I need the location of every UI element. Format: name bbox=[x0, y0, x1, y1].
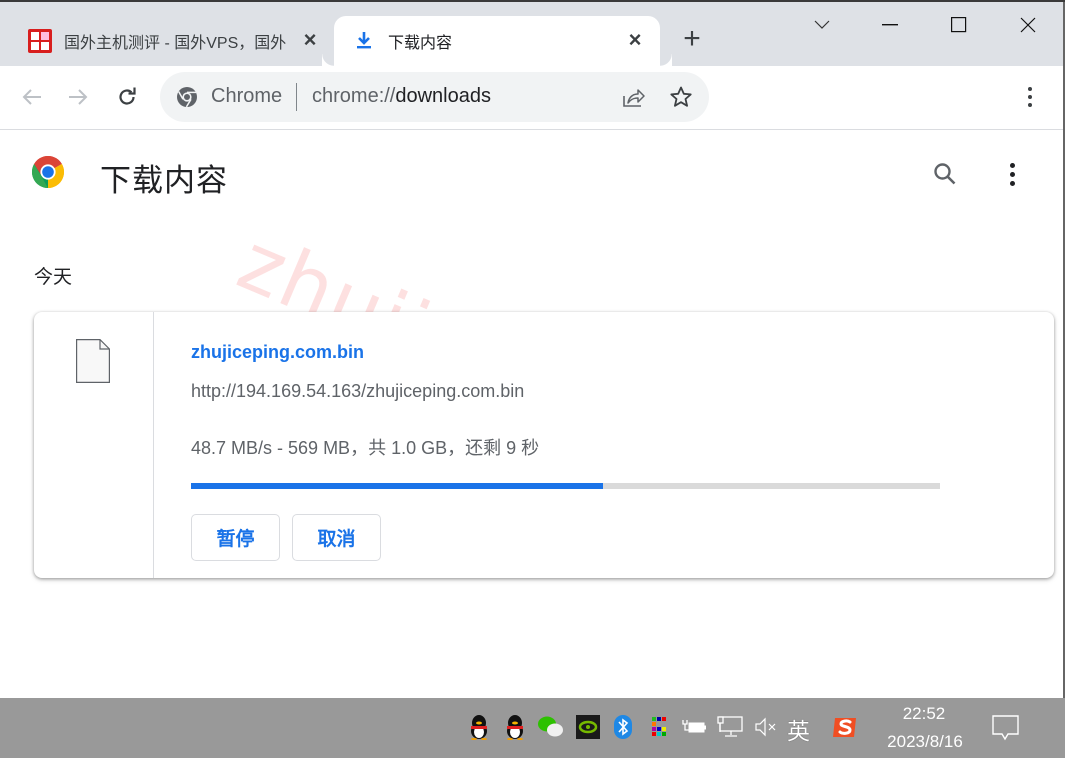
tab-close-button[interactable]: × bbox=[298, 28, 322, 52]
arrow-left-icon bbox=[22, 89, 41, 105]
qq-icon[interactable] bbox=[502, 714, 528, 740]
file-name-link[interactable]: zhujiceping.com.bin bbox=[191, 342, 364, 363]
minimize-icon bbox=[882, 24, 898, 26]
forward-button[interactable] bbox=[63, 82, 93, 112]
tab-strip: 国外主机测评 - 国外VPS，国外 × 下载内容 × + bbox=[0, 2, 1063, 66]
close-window-button[interactable] bbox=[1008, 10, 1048, 40]
clock-time[interactable]: 22:52 bbox=[900, 704, 948, 724]
dot-icon bbox=[1028, 87, 1032, 91]
url-host: downloads bbox=[395, 85, 491, 107]
date-section-header: 今天 bbox=[34, 267, 73, 288]
notification-icon[interactable] bbox=[992, 715, 1019, 742]
reload-icon bbox=[119, 87, 136, 105]
tab-close-button[interactable]: × bbox=[623, 28, 647, 52]
dot-icon bbox=[1009, 180, 1015, 186]
clock-date[interactable]: 2023/8/16 bbox=[880, 732, 970, 752]
dot-icon bbox=[1009, 171, 1015, 177]
download-item: zhujiceping.com.bin http://194.169.54.16… bbox=[34, 312, 1054, 578]
page-title: 下载内容 bbox=[100, 163, 228, 198]
tab-site[interactable]: 国外主机测评 - 国外VPS，国外 × bbox=[14, 16, 332, 66]
url-text[interactable]: chrome://downloads bbox=[312, 85, 491, 108]
chrome-page-icon bbox=[177, 87, 197, 108]
back-button[interactable] bbox=[17, 82, 47, 112]
volume-muted-icon[interactable] bbox=[753, 714, 779, 740]
file-source-url[interactable]: http://194.169.54.163/zhujiceping.com.bi… bbox=[191, 381, 524, 402]
wechat-icon[interactable] bbox=[538, 714, 564, 740]
sogou-icon[interactable] bbox=[832, 714, 858, 740]
share-button[interactable] bbox=[621, 84, 647, 110]
address-bar[interactable]: Chrome chrome://downloads bbox=[160, 72, 709, 122]
file-icon-column bbox=[34, 312, 154, 578]
downloads-header: 下载内容 bbox=[0, 131, 1063, 216]
cancel-button[interactable]: 取消 bbox=[292, 514, 381, 561]
star-icon bbox=[670, 86, 692, 107]
search-icon bbox=[934, 163, 956, 185]
close-icon bbox=[1020, 17, 1036, 33]
arrow-right-icon bbox=[69, 89, 88, 105]
new-tab-button[interactable]: + bbox=[676, 24, 708, 56]
omnibox-separator bbox=[296, 83, 297, 111]
download-progress-fill bbox=[191, 483, 603, 489]
origin-chip: Chrome bbox=[211, 85, 283, 107]
bookmark-button[interactable] bbox=[668, 84, 694, 110]
file-icon bbox=[76, 339, 110, 383]
color-app-icon[interactable] bbox=[646, 714, 672, 740]
minimize-button[interactable] bbox=[870, 10, 910, 40]
browser-menu-button[interactable] bbox=[1018, 82, 1042, 112]
network-icon[interactable] bbox=[717, 714, 743, 740]
dot-icon bbox=[1028, 95, 1032, 99]
toolbar: Chrome chrome://downloads bbox=[0, 66, 1063, 130]
download-status: 48.7 MB/s - 569 MB，共 1.0 GB，还剩 9 秒 bbox=[191, 438, 540, 458]
chevron-down-icon bbox=[814, 20, 830, 29]
search-downloads-button[interactable] bbox=[930, 159, 960, 189]
chrome-logo-icon bbox=[31, 155, 65, 188]
power-icon[interactable] bbox=[681, 714, 707, 740]
tab-downloads[interactable]: 下载内容 × bbox=[334, 16, 672, 66]
ime-indicator[interactable]: 英 bbox=[787, 712, 810, 746]
browser-window: 国外主机测评 - 国外VPS，国外 × 下载内容 × + Chrome chro… bbox=[0, 0, 1065, 698]
tab-title: 下载内容 bbox=[388, 35, 453, 52]
download-progress-bar bbox=[191, 483, 940, 489]
dot-icon bbox=[1028, 103, 1032, 107]
tab-search-button[interactable] bbox=[802, 10, 842, 40]
maximize-icon bbox=[951, 17, 967, 33]
reload-button[interactable] bbox=[112, 82, 142, 112]
nvidia-icon[interactable] bbox=[575, 714, 601, 740]
site-seal-icon bbox=[28, 29, 52, 53]
tab-title: 国外主机测评 - 国外VPS，国外 bbox=[64, 35, 287, 52]
pause-button[interactable]: 暂停 bbox=[191, 514, 280, 561]
bluetooth-icon[interactable] bbox=[610, 714, 636, 740]
downloads-menu-button[interactable] bbox=[1000, 157, 1024, 191]
maximize-button[interactable] bbox=[939, 10, 979, 40]
download-icon bbox=[357, 32, 371, 49]
dot-icon bbox=[1009, 162, 1015, 168]
taskbar: 英 22:52 2023/8/16 bbox=[0, 698, 1065, 758]
share-icon bbox=[623, 89, 645, 107]
url-prefix: chrome:// bbox=[312, 85, 396, 107]
qq-icon[interactable] bbox=[466, 714, 492, 740]
